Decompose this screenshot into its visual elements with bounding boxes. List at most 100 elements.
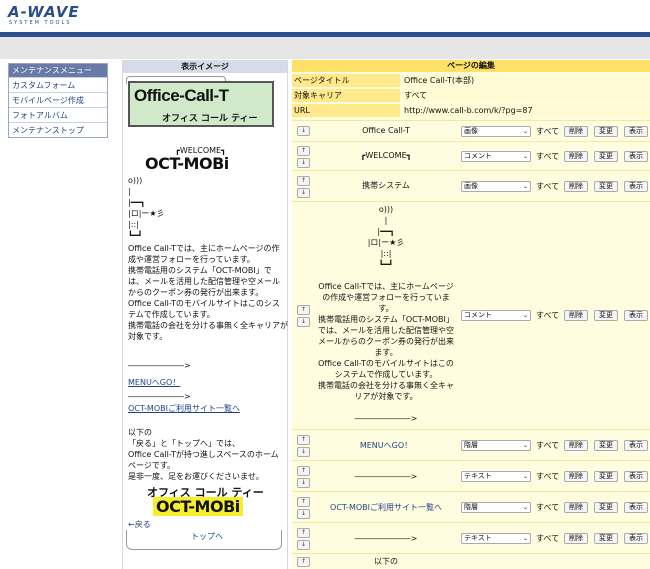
chevron-down-icon: ⌄: [522, 312, 528, 319]
type-select[interactable]: コメント ⌄: [461, 310, 531, 321]
change-button[interactable]: 変更: [594, 310, 618, 321]
move-down-icon[interactable]: ↓: [297, 157, 310, 168]
info-row-url: URL http://www.call-b.com/k/?pg=87: [292, 104, 650, 117]
delete-button[interactable]: 削除: [564, 150, 588, 162]
type-select[interactable]: 画像 ⌄: [461, 125, 531, 137]
change-button[interactable]: 変更: [594, 439, 618, 451]
row-content: OCT-MOBIご利用サイト一覧へ: [330, 503, 442, 512]
page-editor: ページの編集 ページタイトル Office Call-T(本部) 対象キャリア …: [292, 60, 650, 569]
info-row-carrier: 対象キャリア すべて: [292, 89, 650, 102]
move-down-icon[interactable]: ↓: [297, 446, 310, 457]
change-button[interactable]: 変更: [594, 150, 618, 162]
move-up-icon[interactable]: ↑: [297, 557, 310, 567]
move-down-icon[interactable]: ↓: [297, 539, 310, 550]
show-button[interactable]: 表示: [624, 150, 648, 162]
type-select[interactable]: 画像 ⌄: [461, 180, 531, 192]
show-button[interactable]: 表示: [624, 470, 648, 482]
preview-footer-text: 以下の 「戻る」と「トップへ」では、 Office Call-Tが持つ進しスペースの…: [128, 428, 279, 481]
chevron-down-icon: ⌄: [522, 534, 528, 542]
row-content: Office Call-T: [362, 126, 410, 135]
carrier-all-label: すべて: [536, 151, 560, 161]
change-button[interactable]: 変更: [594, 180, 618, 192]
delete-button[interactable]: 削除: [564, 180, 588, 192]
carrier-all-label: すべて: [536, 311, 560, 320]
change-button[interactable]: 変更: [594, 470, 618, 482]
move-up-icon[interactable]: ↑: [297, 305, 310, 315]
link-menu-go[interactable]: MENUへGO！: [128, 377, 180, 388]
chevron-down-icon: ⌄: [522, 503, 528, 511]
move-up-icon[interactable]: ↑: [297, 145, 310, 156]
carrier-all-label: すべて: [536, 471, 560, 481]
delete-button[interactable]: 削除: [564, 501, 588, 513]
show-button[interactable]: 表示: [624, 532, 648, 544]
edit-row-comment-block: ↑↓ o))) | |━━┓ |ロ|ー★彡 |::| ┗━┛ Office Call-Tでは…: [292, 201, 650, 429]
arrow-line-2: ―――――――>: [128, 392, 191, 401]
menu-item-mobile-page[interactable]: モバイルページ作成: [9, 92, 107, 107]
edit-row-arrow-text-1: ↑ ↓ ―――――――> テキスト ⌄ すべて 削除 変更 表示: [292, 460, 650, 491]
show-button[interactable]: 表示: [624, 180, 648, 192]
move-up-icon[interactable]: ↑: [297, 465, 310, 476]
move-down-icon[interactable]: ↓: [297, 126, 310, 136]
delete-button[interactable]: 削除: [564, 310, 588, 321]
info-row-title: ページタイトル Office Call-T(本部): [292, 74, 650, 87]
chevron-down-icon: ⌄: [522, 152, 528, 160]
phone-frame-bottom: [126, 530, 282, 550]
type-select[interactable]: テキスト ⌄: [461, 470, 531, 482]
change-button[interactable]: 変更: [594, 532, 618, 544]
move-down-icon[interactable]: ↓: [297, 477, 310, 488]
row-content: o))) | |━━┓ |ロ|ー★彡 |::| ┗━┛ Office Call-Tでは、主…: [318, 205, 454, 423]
menu-item-maintenance-top[interactable]: メンテナンストップ: [9, 122, 107, 137]
link-oct-mobi-sites[interactable]: OCT-MOBIご利用サイト一覧へ: [128, 403, 240, 414]
chevron-down-icon: ⌄: [522, 441, 528, 449]
banner-title: Office-Call-T: [134, 86, 229, 105]
move-down-icon[interactable]: ↓: [297, 317, 310, 327]
move-up-icon[interactable]: ↑: [297, 527, 310, 538]
chevron-down-icon: ⌄: [522, 127, 528, 135]
carrier-all-label: すべて: [536, 533, 560, 543]
change-button[interactable]: 変更: [594, 125, 618, 137]
row-content: ―――――――>: [354, 534, 418, 543]
edit-row-mobile-system: ↑ ↓ 携帯システム 画像 ⌄ すべて 削除 変更 表示: [292, 170, 650, 201]
move-up-icon[interactable]: ↑: [297, 175, 310, 186]
edit-row-arrow-text-2: ↑ ↓ ―――――――> テキスト ⌄ すべて 削除 変更 表示: [292, 522, 650, 553]
back-link[interactable]: ←戻る: [128, 519, 151, 530]
change-button[interactable]: 変更: [594, 501, 618, 513]
maintenance-menu: メンテナンスメニュー カスタムフォーム モバイルページ作成 フォトアルバム メン…: [8, 63, 108, 138]
edit-row-ika-no: ↑ 以下の: [292, 553, 650, 569]
delete-button[interactable]: 削除: [564, 439, 588, 451]
delete-button[interactable]: 削除: [564, 125, 588, 137]
toolbar-band: [0, 37, 650, 59]
move-down-icon[interactable]: ↓: [297, 187, 310, 198]
show-button[interactable]: 表示: [624, 310, 648, 321]
show-button[interactable]: 表示: [624, 439, 648, 451]
type-select[interactable]: 階層 ⌄: [461, 439, 531, 451]
move-up-icon[interactable]: ↑: [297, 434, 310, 445]
menu-item-photo-album[interactable]: フォトアルバム: [9, 107, 107, 122]
show-button[interactable]: 表示: [624, 125, 648, 137]
chevron-down-icon: ⌄: [522, 472, 528, 480]
delete-button[interactable]: 削除: [564, 532, 588, 544]
show-button[interactable]: 表示: [624, 501, 648, 513]
type-select[interactable]: 階層 ⌄: [461, 501, 531, 513]
delete-button[interactable]: 削除: [564, 470, 588, 482]
footer-oct-mobi-logo: OCT-MOBi: [153, 497, 243, 516]
row-content: 以下の: [374, 557, 398, 566]
type-select[interactable]: コメント ⌄: [461, 150, 531, 162]
type-select[interactable]: テキスト ⌄: [461, 532, 531, 544]
row-content: ┏WELCOME┓: [360, 151, 412, 160]
office-call-t-banner: Office-Call-T オフィス コール ティー: [128, 81, 274, 127]
oct-mobi-logo: OCT-MOBi: [145, 154, 229, 173]
carrier-all-label: すべて: [536, 502, 560, 512]
ascii-art: o))) | |━━┓ |ロ|ー★彡 |::| ┗━┛: [128, 176, 165, 240]
arrow-line-1: ―――――――>: [128, 361, 191, 370]
preview-panel: 表示イメージ Office-Call-T オフィス コール ティー ┏WELCO…: [122, 60, 288, 569]
move-down-icon[interactable]: ↓: [297, 508, 310, 519]
carrier-all-label: すべて: [536, 181, 560, 191]
menu-item-custom-form[interactable]: カスタムフォーム: [9, 77, 107, 92]
edit-row-office-call-t: ↓ Office Call-T 画像 ⌄ すべて 削除 変更 表示: [292, 120, 650, 141]
chevron-down-icon: ⌄: [522, 182, 528, 190]
editor-title: ページの編集: [292, 60, 650, 72]
move-up-icon[interactable]: ↑: [297, 496, 310, 507]
logo[interactable]: A-WAVE: [8, 3, 80, 21]
edit-row-oct-mobi-sites: ↑ ↓ OCT-MOBIご利用サイト一覧へ 階層 ⌄ すべて 削除 変更 表示: [292, 491, 650, 522]
